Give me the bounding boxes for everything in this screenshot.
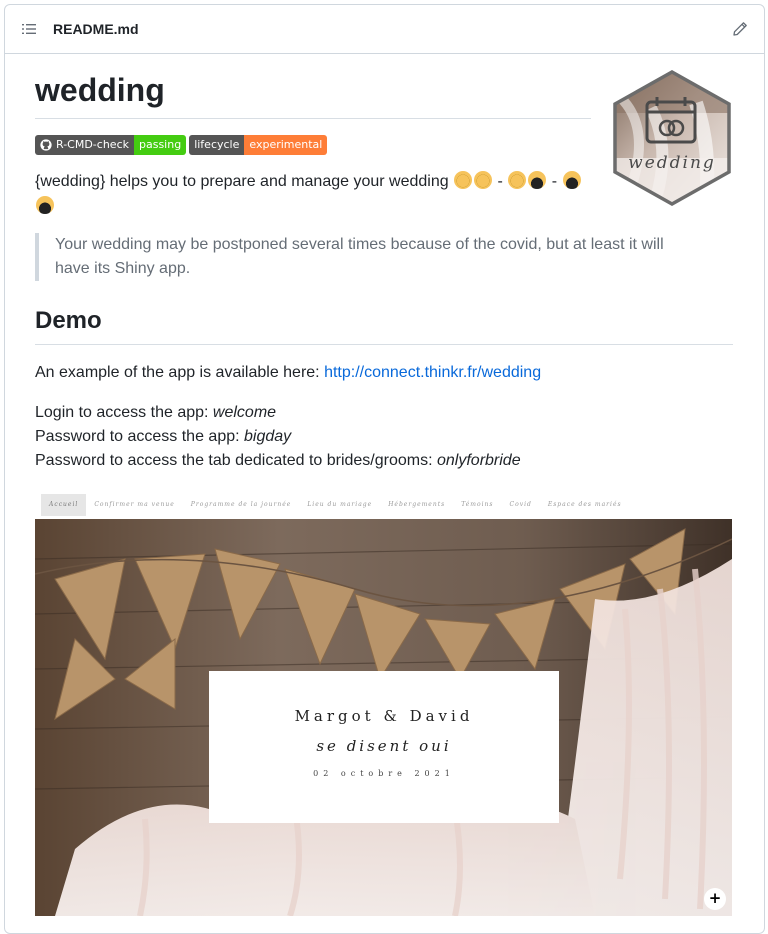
bride-emoji-icon [454,171,473,189]
pencil-edit-icon[interactable] [732,21,748,37]
nav-item-lieu[interactable]: Lieu du mariage [299,494,380,516]
bride-emoji-icon [474,171,493,189]
bride-emoji-icon [508,171,527,189]
readme-card: README.md wedding wedding R-CMD-check pa… [4,4,765,934]
nav-item-espace-maries[interactable]: Espace des mariés [540,494,630,516]
hero-photo: Margot & David se disent oui 02 octobre … [35,519,732,916]
app-screenshot: Accueil Confirmer ma venue Programme de … [35,491,732,916]
github-icon [40,139,52,151]
demo-app-link[interactable]: http://connect.thinkr.fr/wedding [324,364,541,381]
bride-password-value: onlyforbride [437,452,521,469]
bride-password-label: Password to access the tab dedicated to … [35,452,437,469]
plus-button[interactable]: + [704,888,726,910]
file-name: README.md [53,21,139,37]
nav-item-confirmer[interactable]: Confirmer ma venue [86,494,182,516]
readme-body: wedding wedding R-CMD-check passing life… [5,54,764,916]
bride-password-line: Password to access the tab dedicated to … [35,449,733,473]
couple-card: Margot & David se disent oui 02 octobre … [209,671,559,823]
intro-separator: - [547,173,562,190]
password-label: Password to access the app: [35,428,244,445]
badge-label: lifecycle [189,135,245,155]
groom-emoji-icon [36,196,54,214]
example-text: An example of the app is available here: [35,364,325,381]
nav-item-covid[interactable]: Covid [501,494,539,516]
nav-item-programme[interactable]: Programme de la journée [183,494,300,516]
groom-emoji-icon [562,171,581,189]
app-navbar: Accueil Confirmer ma venue Programme de … [35,491,732,518]
page-title: wedding [35,54,591,119]
readme-header: README.md [5,5,764,54]
wedding-date: 02 octobre 2021 [313,769,455,778]
login-value: welcome [212,404,277,421]
demo-heading: Demo [35,306,733,345]
couple-names: Margot & David [294,707,474,725]
password-line: Password to access the app: bigday [35,425,733,449]
example-paragraph: An example of the app is available here:… [35,361,733,385]
nav-item-temoins[interactable]: Témoins [453,494,501,516]
covid-quote: Your wedding may be postponed several ti… [35,233,703,281]
lifecycle-badge[interactable]: lifecycle experimental [189,135,328,155]
intro-paragraph: {wedding} helps you to prepare and manag… [35,169,595,219]
r-cmd-check-badge[interactable]: R-CMD-check passing [35,135,187,155]
list-icon[interactable] [21,21,37,37]
nav-item-accueil[interactable]: Accueil [41,493,87,516]
badge-label: R-CMD-check [56,138,129,151]
intro-text: {wedding} helps you to prepare and manag… [35,173,449,190]
password-value: bigday [244,428,292,445]
logo-text: wedding [628,153,716,173]
badge-status: passing [133,135,187,155]
intro-separator: - [493,173,508,190]
badge-status: experimental [244,135,328,155]
login-line: Login to access the app: welcome [35,401,733,425]
wedding-hex-logo: wedding [613,69,731,207]
couple-tagline: se disent oui [316,737,452,755]
nav-item-hebergements[interactable]: Hébergements [380,494,453,516]
login-label: Login to access the app: [35,404,213,421]
groom-emoji-icon [528,171,547,189]
